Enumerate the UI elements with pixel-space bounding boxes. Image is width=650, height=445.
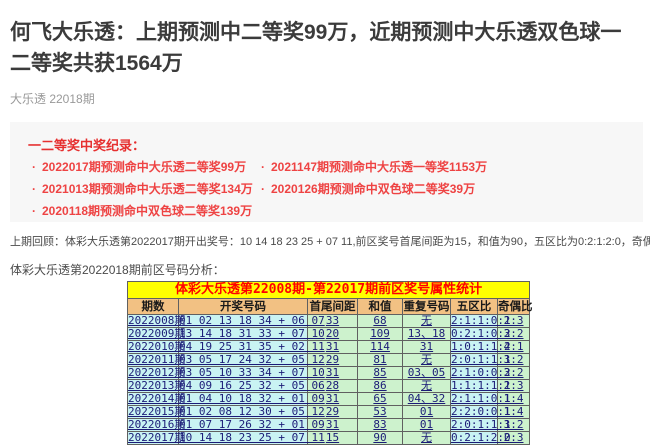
table-row: 2022014期01 04 10 18 32 + 01 09316504、322…: [128, 393, 530, 406]
analysis-heading: 体彩大乐透第2022018期前区号码分析：: [10, 261, 225, 278]
record-item: · 2020126期预测命中双色球二等奖39万: [261, 180, 475, 197]
table-cell: 1:1:1:1:1: [451, 380, 498, 393]
table-cell: 2:1:1:0:1: [451, 393, 498, 406]
table-cell: 2:1:1:0:1: [451, 315, 498, 328]
table-cell: 无: [403, 380, 451, 393]
table-cell: 109: [358, 328, 403, 341]
last-draw-review: 上期回顾：体彩大乐透第2022017期开出奖号：10 14 18 23 25 +…: [10, 233, 650, 249]
table-cell: 0:2:1:0:2: [451, 328, 498, 341]
table-cell: 03 05 10 33 34 + 07 10: [179, 367, 308, 380]
record-item-text: 2020118期预测命中双色球二等奖139万: [42, 204, 252, 218]
page-title: 何飞大乐透：上期预测中二等奖99万，近期预测中大乐透双色球一二等奖共获1564万: [10, 17, 636, 79]
table-row: 2022008期01 02 13 18 34 + 06 073368无2:1:1…: [128, 315, 530, 328]
table-row: 2022016期01 07 17 26 32 + 01 093183012:0:…: [128, 419, 530, 432]
table-row: 2022013期04 09 16 25 32 + 05 062886无1:1:1…: [128, 380, 530, 393]
records-heading: 一二等奖中奖纪录：: [28, 135, 145, 154]
table-row: 2022009期13 14 18 31 33 + 07 102010913、18…: [128, 328, 530, 341]
table-cell: 01 02 08 12 30 + 05 12: [179, 406, 308, 419]
bullet-dot-icon: ·: [32, 160, 36, 174]
column-header: 五区比: [451, 299, 498, 315]
table-cell: 2022012期: [128, 367, 179, 380]
winning-records-panel: 一二等奖中奖纪录： · 2022017期预测命中大乐透二等奖99万 · 2021013…: [10, 122, 643, 222]
table-cell: 01 07 17 26 32 + 01 09: [179, 419, 308, 432]
page-subtitle: 大乐透 22018期: [10, 90, 95, 107]
table-cell: 04 19 25 31 35 + 02 11: [179, 341, 308, 354]
table-cell: 2022009期: [128, 328, 179, 341]
column-header: 和值: [358, 299, 403, 315]
table-cell: 2022010期: [128, 341, 179, 354]
column-header: 奇偶比: [498, 299, 530, 315]
table-row: 2022015期01 02 08 12 30 + 05 122953012:2:…: [128, 406, 530, 419]
table-row: 2022011期03 05 17 24 32 + 05 122981无2:0:1…: [128, 354, 530, 367]
table-cell: 01: [403, 419, 451, 432]
column-header: 首尾间距: [308, 299, 358, 315]
table-title-row: 体彩大乐透第22008期-第22017期前区奖号属性统计: [128, 282, 530, 299]
table-cell: 01 02 13 18 34 + 06 07: [179, 315, 308, 328]
record-item-text: 2020126期预测命中双色球二等奖39万: [271, 182, 475, 196]
table-cell: 13、18: [403, 328, 451, 341]
record-item: · 2021013期预测命中大乐透二等奖134万: [32, 180, 253, 197]
table-cell: 2022014期: [128, 393, 179, 406]
table-cell: 31: [403, 341, 451, 354]
record-item: · 2020118期预测命中双色球二等奖139万: [32, 202, 252, 219]
table-cell: 2:0:1:1:1: [451, 419, 498, 432]
table-cell: 2:1:0:0:2: [451, 367, 498, 380]
article-page: { "page": { "title": "何飞大乐透：上期预测中二等奖99万，…: [0, 0, 650, 443]
table-cell: 04、32: [403, 393, 451, 406]
table-cell: 03、05: [403, 367, 451, 380]
table-cell: 2022011期: [128, 354, 179, 367]
bullet-dot-icon: ·: [32, 204, 36, 218]
table-cell: 无: [403, 354, 451, 367]
record-item: · 2022017期预测命中大乐透二等奖99万: [32, 158, 246, 175]
table-cell: 2022016期: [128, 419, 179, 432]
table-cell: 2:2:0:0:1: [451, 406, 498, 419]
bullet-dot-icon: ·: [261, 160, 265, 174]
bullet-dot-icon: ·: [261, 182, 265, 196]
table-row: 2022010期04 19 25 31 35 + 02 1131114311:0…: [128, 341, 530, 354]
table-cell: 2022015期: [128, 406, 179, 419]
record-item-text: 2022017期预测命中大乐透二等奖99万: [42, 160, 246, 174]
table-cell: 2:0:1:1:1: [451, 354, 498, 367]
column-header: 重复号码: [403, 299, 451, 315]
table-cell: 2022013期: [128, 380, 179, 393]
table-cell: 81: [358, 354, 403, 367]
column-header: 开奖号码: [179, 299, 308, 315]
table-cell: 03 05 17 24 32 + 05 12: [179, 354, 308, 367]
table-cell: 04 09 16 25 32 + 05 06: [179, 380, 308, 393]
record-item-text: 2021147期预测命中大乐透一等奖1153万: [271, 160, 487, 174]
table-cell: 68: [358, 315, 403, 328]
table-cell: 无: [403, 315, 451, 328]
table-cell: 53: [358, 406, 403, 419]
table-title: 体彩大乐透第22008期-第22017期前区奖号属性统计: [128, 282, 530, 299]
table-cell: 83: [358, 419, 403, 432]
table-cell: 2022008期: [128, 315, 179, 328]
record-item: · 2021147期预测命中大乐透一等奖1153万: [261, 158, 487, 175]
record-item-text: 2021013期预测命中大乐透二等奖134万: [42, 182, 253, 196]
table-cell: 13 14 18 31 33 + 07 10: [179, 328, 308, 341]
table-cell: 01: [403, 406, 451, 419]
bullet-dot-icon: ·: [32, 182, 36, 196]
table-cell: 65: [358, 393, 403, 406]
table-cell: 114: [358, 341, 403, 354]
table-cell: 01 04 10 18 32 + 01 09: [179, 393, 308, 406]
table-row: 2022012期03 05 10 33 34 + 07 10318503、052…: [128, 367, 530, 380]
table-cell: 1:0:1:1:2: [451, 341, 498, 354]
table-cell: 86: [358, 380, 403, 393]
table-header-row: 期数开奖号码首尾间距和值重复号码五区比奇偶比: [128, 299, 530, 315]
column-header: 期数: [128, 299, 179, 315]
table-cell: 85: [358, 367, 403, 380]
stats-table: 体彩大乐透第22008期-第22017期前区奖号属性统计 期数开奖号码首尾间距和…: [127, 281, 530, 445]
